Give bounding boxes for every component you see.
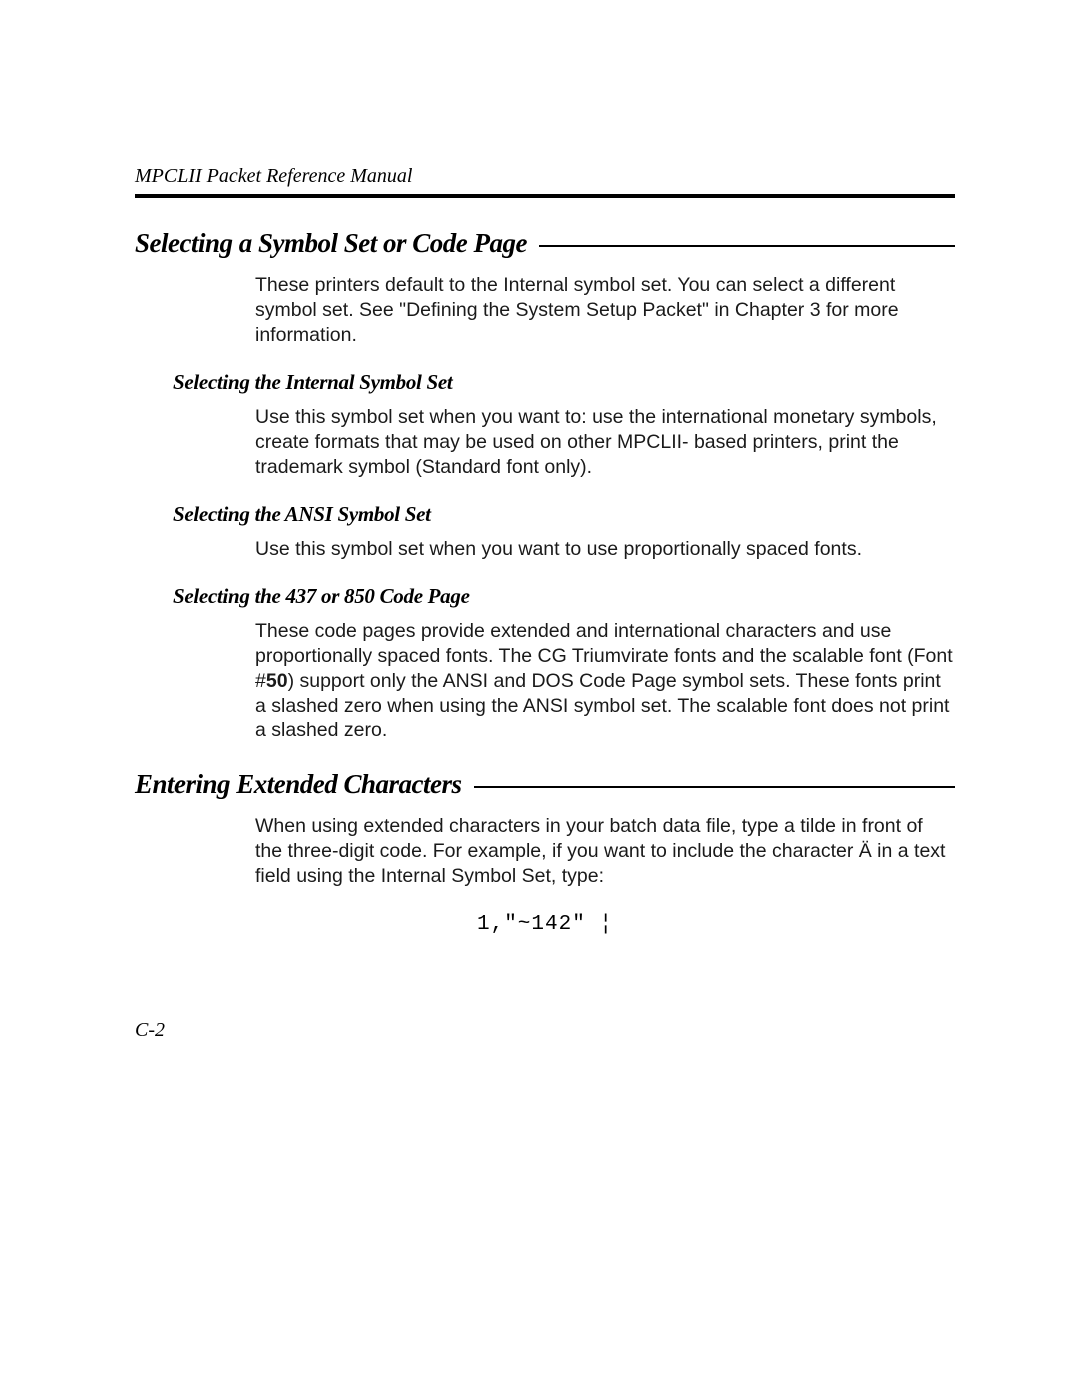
section-heading-1: Selecting a Symbol Set or Code Page	[135, 228, 955, 259]
code-example: 1,"~142" ¦	[135, 913, 955, 936]
body-codepage: These code pages provide extended and in…	[255, 619, 955, 744]
section-heading-2: Entering Extended Characters	[135, 769, 955, 800]
body-internal: Use this symbol set when you want to: us…	[255, 405, 955, 480]
section-heading-1-rule	[539, 245, 955, 247]
body-ansi: Use this symbol set when you want to use…	[255, 537, 955, 562]
subhead-internal: Selecting the Internal Symbol Set	[173, 370, 955, 395]
header-rule	[135, 194, 955, 198]
body-extended: When using extended characters in your b…	[255, 814, 955, 889]
section-heading-2-rule	[474, 786, 955, 788]
page-container: MPCLII Packet Reference Manual Selecting…	[0, 0, 1080, 936]
section-heading-1-text: Selecting a Symbol Set or Code Page	[135, 228, 527, 259]
page-number: C-2	[135, 1019, 165, 1042]
section-heading-2-text: Entering Extended Characters	[135, 769, 462, 800]
section1-intro: These printers default to the Internal s…	[255, 273, 955, 348]
subhead-ansi: Selecting the ANSI Symbol Set	[173, 502, 955, 527]
subhead-codepage: Selecting the 437 or 850 Code Page	[173, 584, 955, 609]
body-codepage-bold: 50	[266, 670, 288, 692]
running-head: MPCLII Packet Reference Manual	[135, 165, 955, 188]
body-codepage-post: ) support only the ANSI and DOS Code Pag…	[255, 670, 949, 742]
